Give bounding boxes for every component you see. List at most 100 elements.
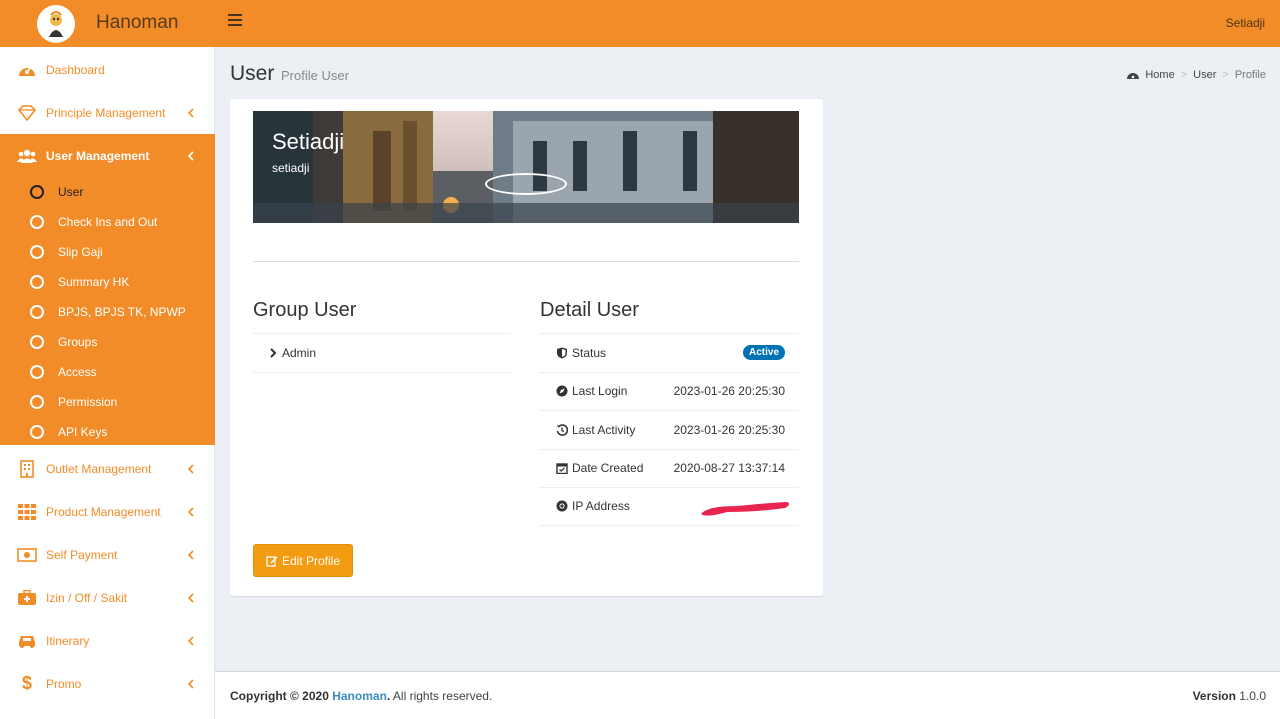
sidebar-item-label: Product Management — [46, 504, 161, 519]
chevron-left-icon — [187, 678, 194, 689]
submenu-item-summary-hk[interactable]: Summary HK — [0, 267, 215, 297]
chevron-left-icon — [187, 150, 194, 161]
circle-icon — [30, 185, 44, 199]
breadcrumb-profile: Profile — [1234, 69, 1266, 81]
submenu-item-slip-gaji[interactable]: Slip Gaji — [0, 237, 215, 267]
detail-row-last-login: Last Login 2023-01-26 20:25:30 — [539, 371, 799, 411]
shield-icon — [557, 347, 567, 359]
circle-icon — [30, 335, 44, 349]
circle-icon — [30, 215, 44, 229]
sidebar-item-itinerary[interactable]: Itinerary — [0, 619, 215, 662]
list-item[interactable]: Admin — [269, 346, 316, 360]
dashboard-icon — [1127, 73, 1140, 79]
submenu-label: API Keys — [58, 425, 108, 439]
submenu-item-groups[interactable]: Groups — [0, 327, 215, 357]
breadcrumb-home[interactable]: Home — [1145, 69, 1174, 81]
version-info: Version 1.0.0 — [1193, 689, 1266, 703]
detail-row-ip-address: IP Address — [539, 487, 799, 526]
submenu-label: Permission — [58, 395, 118, 409]
profile-box: Setiadji setiadji Group User Detail User… — [230, 99, 823, 596]
chrome-icon — [556, 500, 568, 512]
group-label: Admin — [282, 346, 317, 360]
sidebar-item-principle-management[interactable]: Principle Management — [0, 91, 215, 134]
detail-row-status: Status Active — [539, 333, 799, 372]
detail-list: Status Active Last Login 2023-01-26 20:2… — [539, 333, 799, 526]
submenu-item-user[interactable]: User — [0, 177, 215, 207]
submenu-item-check-ins[interactable]: Check Ins and Out — [0, 207, 215, 237]
user-menu[interactable]: Setiadji — [1226, 16, 1265, 30]
app-title: Hanoman — [96, 12, 179, 33]
breadcrumb-separator: > — [1180, 69, 1188, 81]
submenu-item-access[interactable]: Access — [0, 357, 215, 387]
submenu-label: User — [58, 185, 84, 199]
dollar-icon: $ — [21, 673, 32, 693]
submenu-item-api-keys[interactable]: API Keys — [0, 417, 215, 447]
calendar-check-icon — [556, 463, 568, 475]
breadcrumb-user[interactable]: User — [1193, 69, 1216, 81]
sidebar-item-dashboard[interactable]: Dashboard — [0, 48, 215, 91]
circle-icon — [30, 365, 44, 379]
profile-name: Setiadji — [272, 129, 345, 154]
detail-row-date-created: Date Created 2020-08-27 13:37:14 — [539, 448, 799, 488]
status-badge: Active — [742, 345, 785, 361]
version-value: 1.0.0 — [1239, 689, 1266, 703]
sidebar-item-self-payment[interactable]: Self Payment — [0, 533, 215, 576]
medkit-icon — [17, 589, 37, 607]
avatar — [485, 173, 567, 195]
submenu-label: BPJS, BPJS TK, NPWP — [58, 305, 186, 319]
detail-label: Status — [572, 345, 607, 360]
sidebar-item-outlet-management[interactable]: Outlet Management — [0, 447, 215, 490]
sidebar: Dashboard Principle Management User Mana… — [0, 47, 215, 719]
detail-label: Last Activity — [572, 422, 636, 437]
diamond-icon — [17, 104, 37, 122]
circle-icon — [30, 425, 44, 439]
sidebar-item-label: Outlet Management — [46, 461, 152, 476]
building-icon — [17, 459, 37, 478]
detail-user-title: Detail User — [540, 299, 639, 321]
detail-value: 2020-08-27 13:37:14 — [673, 461, 785, 476]
group-list: Admin — [253, 333, 511, 373]
sidebar-item-izin[interactable]: Izin / Off / Sakit — [0, 576, 215, 619]
circle-icon — [30, 245, 44, 259]
banner-image — [253, 111, 799, 223]
compass-icon — [556, 385, 568, 397]
logo-icon — [37, 5, 75, 43]
sidebar-item-user-management[interactable]: User Management — [0, 134, 215, 177]
edit-profile-label: Edit Profile — [281, 553, 341, 568]
sidebar-item-label: Izin / Off / Sakit — [46, 590, 128, 605]
chevron-right-icon — [270, 348, 277, 358]
submenu-item-bpjs[interactable]: BPJS, BPJS TK, NPWP — [0, 297, 215, 327]
menu-toggle-icon[interactable] — [228, 14, 242, 28]
edit-profile-button[interactable]: Edit Profile — [253, 544, 353, 577]
sidebar-item-label: Itinerary — [46, 633, 90, 648]
sidebar-item-label: Principle Management — [46, 105, 166, 120]
chevron-left-icon — [187, 635, 194, 646]
submenu-item-permission[interactable]: Permission — [0, 387, 215, 417]
submenu-label: Check Ins and Out — [58, 215, 158, 229]
sidebar-item-label: User Management — [46, 148, 150, 163]
brand-link[interactable]: Hanoman — [332, 689, 387, 703]
detail-row-last-activity: Last Activity 2023-01-26 20:25:30 — [539, 410, 799, 449]
banner-footer — [253, 223, 799, 262]
chevron-left-icon — [187, 463, 194, 474]
chevron-left-icon — [187, 107, 194, 118]
submenu-label: Summary HK — [58, 275, 130, 289]
copyright: Copyright © 2020 Hanoman. All rights res… — [230, 689, 492, 703]
logo-area[interactable]: Hanoman — [0, 0, 215, 47]
sidebar-item-promo[interactable]: $ Promo — [0, 662, 215, 705]
submenu-label: Groups — [58, 335, 98, 349]
page-footer: Copyright © 2020 Hanoman. All rights res… — [215, 671, 1280, 719]
history-icon — [556, 424, 568, 436]
breadcrumb: Home > User > Profile — [1127, 69, 1266, 81]
group-user-title: Group User — [253, 299, 357, 321]
page-subtitle: Profile User — [281, 68, 349, 83]
sidebar-item-label: Self Payment — [46, 547, 118, 562]
version-label: Version — [1192, 689, 1236, 703]
dashboard-icon — [17, 61, 37, 79]
detail-value: 2023-01-26 20:25:30 — [673, 384, 785, 399]
user-management-submenu: User Check Ins and Out Slip Gaji Summary… — [0, 177, 215, 445]
grid-icon — [17, 503, 37, 521]
car-icon — [17, 632, 37, 650]
users-icon — [17, 147, 37, 165]
sidebar-item-product-management[interactable]: Product Management — [0, 490, 215, 533]
